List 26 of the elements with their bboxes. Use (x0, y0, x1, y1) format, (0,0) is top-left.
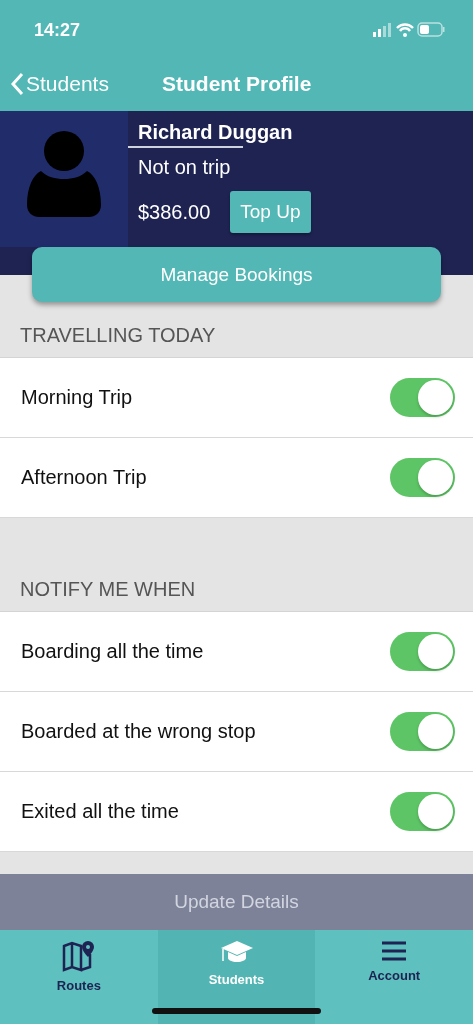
menu-icon (381, 940, 408, 962)
manage-bookings-button[interactable]: Manage Bookings (32, 247, 441, 302)
row-label: Boarded at the wrong stop (21, 720, 256, 743)
toggle-switch[interactable] (390, 712, 455, 751)
page-title: Student Profile (162, 71, 312, 96)
trip-status: Not on trip (138, 156, 232, 179)
tab[interactable]: Students (157, 930, 316, 1024)
toggle-switch[interactable] (390, 458, 455, 497)
toggle-switch[interactable] (390, 632, 455, 671)
top-up-button[interactable]: Top Up (230, 191, 311, 233)
toggle-switch[interactable] (390, 378, 455, 417)
status-icons-drawing (373, 21, 445, 39)
toggle-switch[interactable] (390, 792, 455, 831)
tab[interactable]: Routes (0, 930, 158, 1024)
avatar-silhouette-icon (27, 131, 101, 219)
back-link[interactable]: Students (10, 71, 162, 96)
student-name: Richard Duggan (138, 121, 294, 144)
tab[interactable]: Account (315, 930, 473, 1024)
row-label: Exited all the time (21, 800, 179, 823)
row-label: Afternoon Trip (21, 466, 147, 489)
row-label: Morning Trip (21, 386, 133, 409)
map-pin-icon (61, 940, 96, 972)
row-label: Boarding all the time (21, 640, 204, 663)
balance: $386.00 (138, 200, 211, 224)
chevron-left-icon (10, 71, 24, 96)
status-time: 14:27 (34, 19, 81, 41)
